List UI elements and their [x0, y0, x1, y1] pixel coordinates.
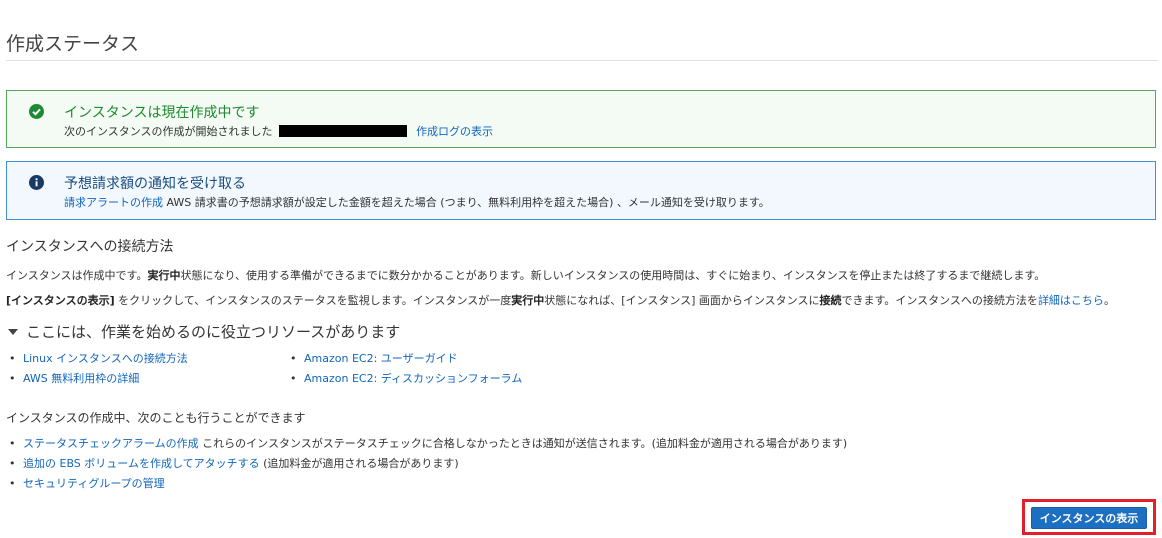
list-item: 追加の EBS ボリュームを作成してアタッチする (追加料金が適用される場合があ… — [6, 454, 847, 474]
list-item: Amazon EC2: ディスカッションフォーラム — [287, 369, 522, 389]
p2-text-b: をクリックして、インスタンスのステータスを監視します。インスタンスが一度 — [114, 294, 512, 307]
list-item: ステータスチェックアラームの作成 これらのインスタンスがステータスチェックに合格… — [6, 434, 847, 454]
view-launch-log-link[interactable]: 作成ログの表示 — [416, 125, 493, 138]
p2-text-d: 状態になれば、[インスタンス] 画面からインスタンスに — [544, 294, 820, 307]
page-title: 作成ステータス — [6, 33, 140, 55]
free-tier-link[interactable]: AWS 無料利用枠の詳細 — [23, 372, 139, 385]
success-alert-title: インスタンスは現在作成中です — [64, 105, 260, 121]
list-item: Amazon EC2: ユーザーガイド — [287, 349, 522, 369]
resources-toggle[interactable]: ここには、作業を始めるのに役立つリソースがあります — [8, 321, 400, 342]
create-billing-alert-link[interactable]: 請求アラートの作成 — [64, 196, 163, 209]
resources-heading: ここには、作業を始めるのに役立つリソースがあります — [26, 323, 401, 341]
info-alert-text: AWS 請求書の予想請求額が設定した金額を超えた場合 (つまり、無料利用枠を超え… — [166, 196, 770, 209]
p1-text-a: インスタンスは作成中です。 — [6, 269, 148, 282]
view-instances-button[interactable]: インスタンスの表示 — [1031, 507, 1147, 529]
learn-more-link[interactable]: 詳細はこちら — [1038, 294, 1104, 307]
redacted-instance-id — [278, 125, 407, 137]
resources-list-left: Linux インスタンスへの接続方法 AWS 無料利用枠の詳細 — [6, 349, 188, 389]
list-item: AWS 無料利用枠の詳細 — [6, 369, 188, 389]
info-circle-icon — [29, 175, 44, 190]
title-divider — [6, 60, 1158, 61]
also-list: ステータスチェックアラームの作成 これらのインスタンスがステータスチェックに合格… — [6, 434, 847, 494]
p2-view-instances-bold: [インスタンスの表示] — [6, 294, 115, 307]
info-alert: 予想請求額の通知を受け取る 請求アラートの作成 AWS 請求書の予想請求額が設定… — [6, 161, 1156, 220]
success-alert: インスタンスは現在作成中です 次のインスタンスの作成が開始されました 作成ログの… — [6, 90, 1156, 148]
p2-connect-bold: 接続 — [819, 294, 842, 307]
list-item: Linux インスタンスへの接続方法 — [6, 349, 188, 369]
connect-heading: インスタンスへの接続方法 — [6, 239, 174, 255]
create-ebs-volume-link[interactable]: 追加の EBS ボリュームを作成してアタッチする — [23, 457, 260, 470]
also-heading: インスタンスの作成中、次のことも行うことができます — [6, 411, 306, 425]
success-alert-line: 次のインスタンスの作成が開始されました 作成ログの表示 — [64, 123, 493, 139]
p2-running-bold: 実行中 — [511, 294, 545, 307]
check-circle-icon — [29, 104, 44, 119]
list-item: セキュリティグループの管理 — [6, 474, 847, 494]
also-item-text: これらのインスタンスがステータスチェックに合格しなかったときは通知が送信されます… — [198, 437, 848, 450]
resources-list-right: Amazon EC2: ユーザーガイド Amazon EC2: ディスカッション… — [287, 349, 522, 389]
also-item-text: (追加料金が適用される場合があります) — [259, 457, 459, 470]
info-alert-title: 予想請求額の通知を受け取る — [64, 176, 246, 192]
connect-paragraph-1: インスタンスは作成中です。実行中状態になり、使用する準備ができるまでに数分かかる… — [6, 267, 1045, 283]
view-instances-highlight: インスタンスの表示 — [1022, 499, 1156, 535]
info-alert-line: 請求アラートの作成 AWS 請求書の予想請求額が設定した金額を超えた場合 (つま… — [64, 194, 770, 210]
ec2-forum-link[interactable]: Amazon EC2: ディスカッションフォーラム — [304, 372, 522, 385]
p2-text-f: できます。インスタンスへの接続方法を — [841, 294, 1038, 307]
p1-text-c: 状態になり、使用する準備ができるまでに数分かかることがあります。新しいインスタン… — [180, 269, 1046, 282]
p1-running-bold: 実行中 — [147, 269, 181, 282]
create-status-alarm-link[interactable]: ステータスチェックアラームの作成 — [23, 437, 199, 450]
caret-down-icon — [8, 329, 18, 335]
connect-paragraph-2: [インスタンスの表示] をクリックして、インスタンスのステータスを監視します。イ… — [6, 292, 1115, 308]
ec2-user-guide-link[interactable]: Amazon EC2: ユーザーガイド — [304, 352, 458, 365]
linux-connect-link[interactable]: Linux インスタンスへの接続方法 — [23, 352, 188, 365]
p2-end: 。 — [1103, 294, 1115, 307]
manage-security-groups-link[interactable]: セキュリティグループの管理 — [23, 477, 165, 490]
success-alert-text: 次のインスタンスの作成が開始されました — [64, 125, 273, 138]
